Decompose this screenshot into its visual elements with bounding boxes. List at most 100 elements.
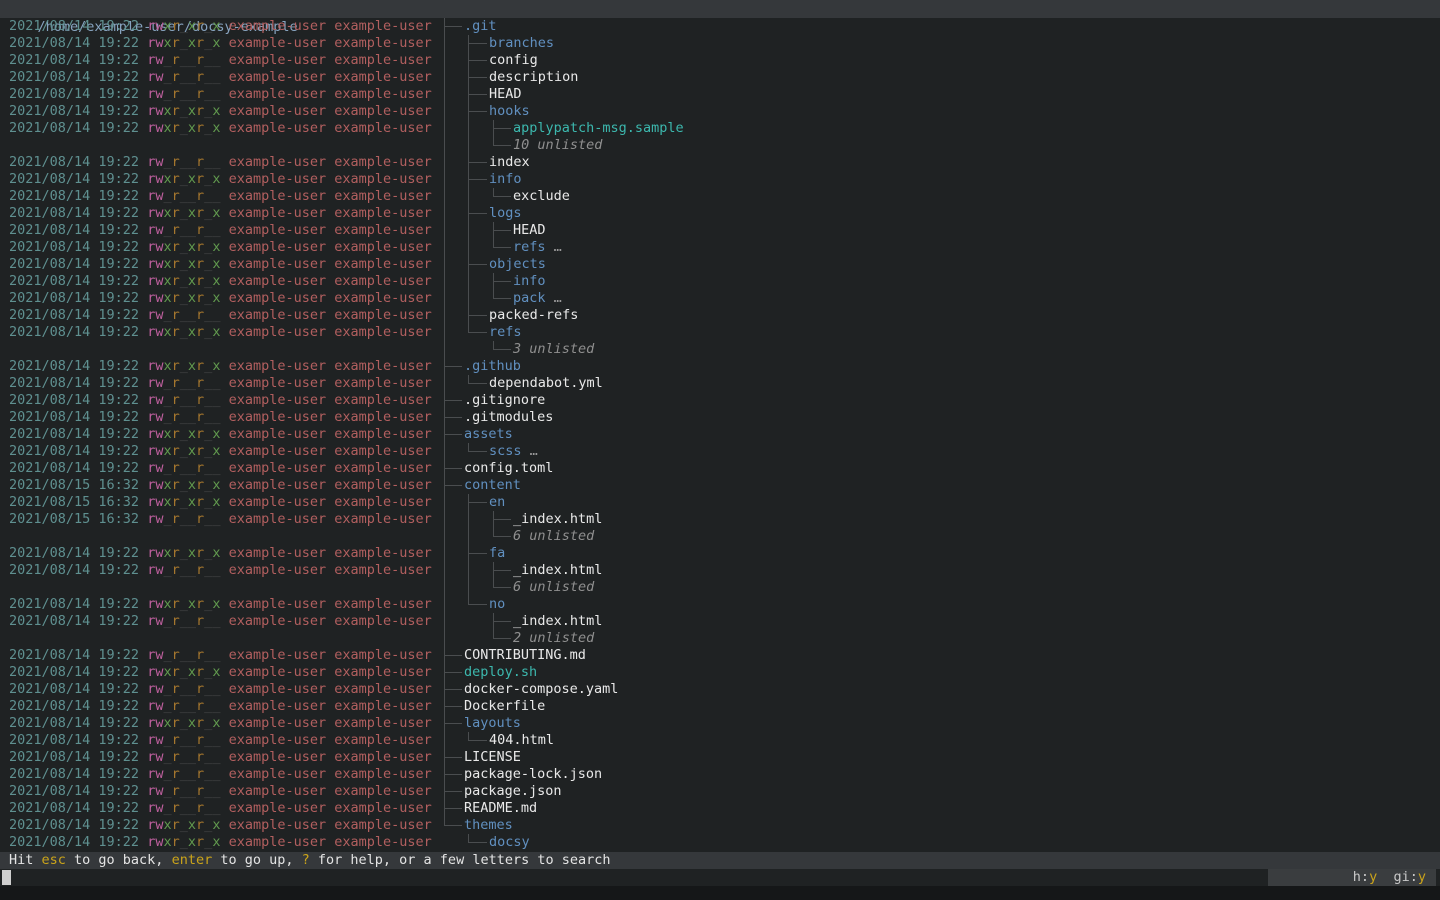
tree-item-name[interactable]: _index.html	[513, 613, 602, 630]
tree-item-name[interactable]: themes	[464, 817, 513, 834]
permissions: rw_r__r__	[147, 392, 220, 408]
tree-item-name[interactable]: 404.html	[489, 732, 554, 749]
file-meta-row: 2021/08/14 19:22 rw_r__r__ example-user …	[9, 392, 432, 409]
tree-item-name[interactable]: objects	[489, 256, 546, 273]
tree-branch-line	[444, 137, 445, 154]
tree-item-name[interactable]: _index.html	[513, 562, 602, 579]
owner-name: example-user	[229, 477, 327, 493]
tree-item-name[interactable]: content	[464, 477, 521, 494]
tree-item-name[interactable]: pack …	[513, 290, 562, 307]
tree-item-name[interactable]: refs …	[513, 239, 562, 256]
tree-branch-line	[469, 383, 487, 384]
tree-branch-line	[444, 120, 445, 137]
tree-item-name[interactable]: docsy	[489, 834, 530, 851]
tree-item-name[interactable]: .git	[464, 18, 497, 35]
permissions: rw_r__r__	[147, 647, 220, 663]
tree-item-name[interactable]: deploy.sh	[464, 664, 537, 681]
tree-branch-line	[494, 638, 511, 639]
tree-item-name[interactable]: config.toml	[464, 460, 553, 477]
tree-item-name[interactable]: index	[489, 154, 530, 171]
tree-item-name[interactable]: docker-compose.yaml	[464, 681, 618, 698]
tree-item-name[interactable]: package-lock.json	[464, 766, 602, 783]
modified-date: 2021/08/15 16:32	[9, 511, 139, 527]
group-name: example-user	[334, 188, 432, 204]
flag-hidden[interactable]: h:y	[1353, 869, 1377, 885]
tree-item-name[interactable]: logs	[489, 205, 522, 222]
tree-item-name[interactable]: assets	[464, 426, 513, 443]
group-name: example-user	[334, 222, 432, 238]
file-meta-row: 2021/08/14 19:22 rw_r__r__ example-user …	[9, 52, 432, 69]
modified-date: 2021/08/14 19:22	[9, 426, 139, 442]
owner-name: example-user	[229, 596, 327, 612]
tree-branch-line	[494, 128, 511, 129]
tree-branch-line	[494, 587, 511, 588]
group-name: example-user	[334, 120, 432, 136]
tree-item-name[interactable]: package.json	[464, 783, 562, 800]
search-input[interactable]: h:y gi:y	[0, 869, 1440, 886]
file-meta-row: 2021/08/14 19:22 rwxr_xr_x example-user …	[9, 256, 432, 273]
tree-item-name[interactable]: info	[489, 171, 522, 188]
tree-item-name[interactable]: packed-refs	[489, 307, 578, 324]
owner-name: example-user	[229, 239, 327, 255]
tree-item-name[interactable]: .gitignore	[464, 392, 545, 409]
tree-item-name[interactable]: HEAD	[513, 222, 546, 239]
status-hint-text: to go up,	[212, 852, 301, 868]
tree-item-name[interactable]: scss …	[489, 443, 538, 460]
tree-branch-line	[445, 434, 462, 435]
modified-date: 2021/08/14 19:22	[9, 120, 139, 136]
file-meta-row: 2021/08/14 19:22 rw_r__r__ example-user …	[9, 409, 432, 426]
tree-item-name[interactable]: dependabot.yml	[489, 375, 603, 392]
tree-branch-line	[444, 35, 445, 52]
flag-value: y	[1418, 869, 1426, 885]
tree-item-name[interactable]: no	[489, 596, 505, 613]
modified-date: 2021/08/14 19:22	[9, 222, 139, 238]
tree-item-name[interactable]: config	[489, 52, 538, 69]
tree-item-name[interactable]: branches	[489, 35, 554, 52]
file-meta-row: 2021/08/15 16:32 rw_r__r__ example-user …	[9, 511, 432, 528]
permissions: rwxr_xr_x	[147, 477, 220, 493]
tree-item-name[interactable]: en	[489, 494, 505, 511]
tree-item-name[interactable]: .gitmodules	[464, 409, 553, 426]
flag-gitignore[interactable]: gi:y	[1393, 869, 1426, 885]
tree-item-name[interactable]: layouts	[464, 715, 521, 732]
tree-item-name[interactable]: exclude	[513, 188, 570, 205]
status-hint-text: for help, or a few letters to search	[310, 852, 611, 868]
tree-item-name[interactable]: _index.html	[513, 511, 602, 528]
unlisted-count: 3 unlisted	[513, 341, 594, 358]
permissions: rw_r__r__	[147, 681, 220, 697]
owner-name: example-user	[229, 205, 327, 221]
modified-date: 2021/08/14 19:22	[9, 205, 139, 221]
tree-item-name[interactable]: LICENSE	[464, 749, 521, 766]
group-name: example-user	[334, 613, 432, 629]
unlisted-count: 6 unlisted	[513, 579, 594, 596]
owner-name: example-user	[229, 409, 327, 425]
tree-item-name[interactable]: README.md	[464, 800, 537, 817]
owner-name: example-user	[229, 681, 327, 697]
group-name: example-user	[334, 749, 432, 765]
tree-item-name[interactable]: hooks	[489, 103, 530, 120]
owner-name: example-user	[229, 86, 327, 102]
tree-item-name[interactable]: .github	[464, 358, 521, 375]
tree-item-name[interactable]: applypatch-msg.sample	[513, 120, 684, 137]
permissions: rwxr_xr_x	[147, 256, 220, 272]
tree-item-name[interactable]: Dockerfile	[464, 698, 545, 715]
file-meta-row	[9, 579, 432, 596]
modified-date: 2021/08/14 19:22	[9, 69, 139, 85]
tree-item-name[interactable]: description	[489, 69, 578, 86]
tree-branch-line	[444, 239, 445, 256]
mode-flags[interactable]: h:y gi:y	[1268, 869, 1436, 886]
flag-value: y	[1369, 869, 1377, 885]
modified-date: 2021/08/14 19:22	[9, 613, 139, 629]
tree-branch-line	[494, 247, 511, 248]
tree-item-name[interactable]: CONTRIBUTING.md	[464, 647, 586, 664]
tree-item-name[interactable]: HEAD	[489, 86, 522, 103]
tree-item-name[interactable]: fa	[489, 545, 505, 562]
tree-item-name[interactable]: info	[513, 273, 546, 290]
modified-date: 2021/08/14 19:22	[9, 273, 139, 289]
group-name: example-user	[334, 154, 432, 170]
group-name: example-user	[334, 562, 432, 578]
owner-name: example-user	[229, 732, 327, 748]
modified-date: 2021/08/14 19:22	[9, 188, 139, 204]
tree-item-name[interactable]: refs	[489, 324, 522, 341]
owner-name: example-user	[229, 171, 327, 187]
